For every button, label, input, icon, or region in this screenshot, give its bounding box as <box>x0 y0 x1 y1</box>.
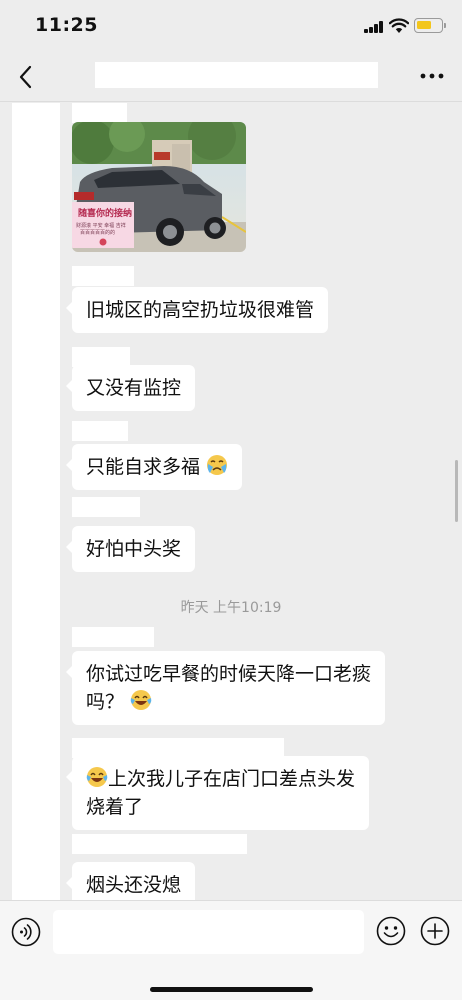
chat-title-redacted <box>95 62 378 88</box>
message-text-line: 上次我儿子在店门口差点头发 <box>86 765 355 793</box>
sender-name-redacted <box>72 627 154 647</box>
sender-name-redacted <box>72 347 130 367</box>
message-text-line: 烧着了 <box>86 796 144 818</box>
status-time: 11:25 <box>35 14 98 36</box>
sender-name-redacted <box>72 497 140 517</box>
more-icon[interactable] <box>418 66 446 86</box>
voice-icon[interactable] <box>11 917 41 947</box>
home-indicator <box>150 987 313 992</box>
sender-name-redacted <box>72 738 284 758</box>
car-photo: 随喜你的接纳 财源滚 平安 幸福 吉祥 百百百百百的的 <box>72 122 246 252</box>
message-text: 旧城区的高空扔垃圾很难管 <box>86 299 315 321</box>
photo-message[interactable]: 随喜你的接纳 财源滚 平安 幸福 吉祥 百百百百百的的 <box>72 122 246 252</box>
message-text: 烟头还没熄 <box>86 874 182 896</box>
card-line-1: 财源滚 平安 幸福 吉祥 <box>76 222 126 229</box>
card-decoration <box>99 238 107 246</box>
message-bubble[interactable]: 上次我儿子在店门口差点头发 烧着了 <box>65 756 370 830</box>
smiley-icon[interactable] <box>376 916 406 946</box>
message-text: 吗？ <box>86 691 125 713</box>
message-text: 只能自求多福 <box>86 456 201 478</box>
sender-name-redacted <box>72 266 134 286</box>
sender-name-redacted <box>72 103 127 123</box>
message-list[interactable]: 随喜你的接纳 财源滚 平安 幸福 吉祥 百百百百百的的 旧城区的高空扔垃圾很难管… <box>0 103 462 900</box>
crying-face-emoji <box>207 455 228 475</box>
message-bubble[interactable]: 又没有监控 <box>65 365 196 411</box>
avatar-column-redacted <box>12 103 60 900</box>
message-text: 上次我儿子在店门口差点头发 <box>108 768 356 790</box>
card-line-2: 百百百百百的的 <box>80 229 115 236</box>
message-text-line: 吗？ <box>86 688 371 716</box>
nav-bar <box>0 52 462 102</box>
message-timestamp: 昨天 上午10:19 <box>180 600 282 616</box>
plus-icon[interactable] <box>420 916 450 946</box>
message-bubble[interactable]: 好怕中头奖 <box>65 526 196 572</box>
battery-level <box>417 21 431 29</box>
tears-of-joy-emoji <box>130 690 152 710</box>
card-title: 随喜你的接纳 <box>78 207 132 219</box>
message-bubble[interactable]: 只能自求多福 <box>65 444 243 490</box>
message-bubble[interactable]: 烟头还没熄 <box>65 862 196 900</box>
chevron-left-icon[interactable] <box>14 63 38 91</box>
cellular-signal-icon <box>364 21 384 33</box>
status-bar: 11:25 <box>0 0 462 52</box>
sender-name-redacted <box>72 834 247 854</box>
message-input[interactable] <box>53 910 364 954</box>
message-text-line: 你试过吃早餐的时候天降一口老痰 <box>86 663 372 685</box>
scrollbar-thumb[interactable] <box>455 460 458 522</box>
battery-icon <box>414 18 443 33</box>
message-text: 好怕中头奖 <box>86 538 182 560</box>
message-text: 又没有监控 <box>86 377 182 399</box>
battery-tip <box>444 23 446 28</box>
tears-of-joy-emoji <box>86 767 108 787</box>
sender-name-redacted <box>72 421 128 441</box>
chat-screen: 11:25 随喜你的接纳 财源滚 平安 幸福 吉祥 百百百百百的的 旧城区的高空… <box>0 0 462 1000</box>
message-bubble[interactable]: 旧城区的高空扔垃圾很难管 <box>65 287 329 333</box>
wifi-icon <box>389 18 409 33</box>
message-bubble[interactable]: 你试过吃早餐的时候天降一口老痰 吗？ <box>65 651 386 725</box>
input-bar <box>0 900 462 1000</box>
